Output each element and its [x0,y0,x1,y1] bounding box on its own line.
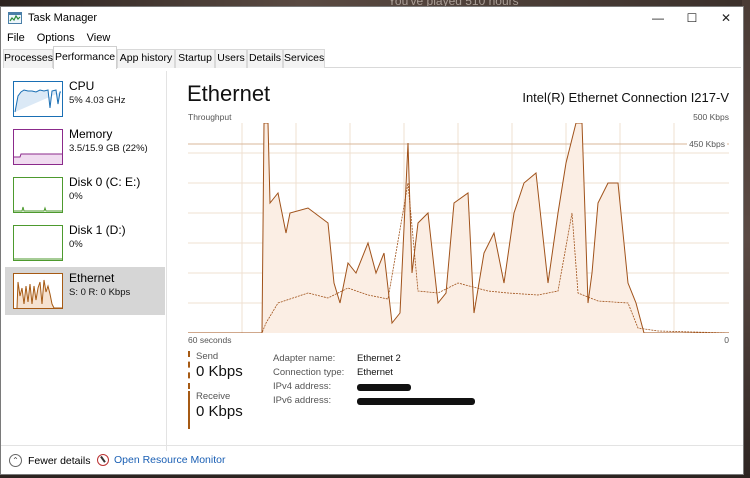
task-manager-window: Task Manager — ☐ ✕ File Options View Pro… [0,6,744,475]
detail-row-ipv4: IPv4 address: [273,381,493,395]
chart-throughput-label: Throughput [188,112,232,122]
detail-label: IPv4 address: [273,381,332,392]
sidebar-item-subtitle: 5% 4.03 GHz [69,95,126,106]
ethernet-thumbnail-graph [13,273,63,309]
tab-startup[interactable]: Startup [175,49,215,68]
menu-file[interactable]: File [1,30,31,46]
detail-value: Ethernet [357,367,393,378]
receive-value: 0 Kbps [196,403,243,420]
detail-row-ipv6: IPv6 address: [273,395,493,409]
fewer-details-button[interactable]: ⌃ Fewer details [9,454,90,467]
title-bar[interactable]: Task Manager — ☐ ✕ [1,7,743,29]
adapter-details: Adapter name: Ethernet 2 Connection type… [273,353,493,409]
cpu-thumbnail-graph [13,81,63,117]
send-value: 0 Kbps [196,363,243,380]
resource-sidebar: CPU 5% 4.03 GHz Memory 3.5/15.9 GB (22%)… [3,71,167,451]
sidebar-item-title: Memory [69,127,113,141]
tab-processes[interactable]: Processes [3,49,53,68]
chevron-up-icon: ⌃ [9,454,22,467]
chart-zero-label: 0 [724,335,729,345]
sidebar-item-cpu[interactable]: CPU 5% 4.03 GHz [5,75,165,123]
fewer-details-label: Fewer details [28,454,91,467]
menu-view[interactable]: View [81,30,117,46]
send-stat: Send 0 Kbps [188,351,268,389]
open-resource-monitor-link[interactable]: Open Resource Monitor [97,454,225,466]
disk-0-thumbnail-graph [13,177,63,213]
tab-bar: Processes Performance App history Startu… [3,46,741,69]
sidebar-item-subtitle: S: 0 R: 0 Kbps [69,287,131,298]
detail-label: IPv6 address: [273,395,332,406]
sidebar-item-title: Disk 1 (D:) [69,223,126,237]
close-button[interactable]: ✕ [709,7,743,29]
sidebar-item-subtitle: 3.5/15.9 GB (22%) [69,143,148,154]
sidebar-item-subtitle: 0% [69,239,83,250]
send-label: Send [196,351,219,362]
sidebar-item-ethernet[interactable]: Ethernet S: 0 R: 0 Kbps [5,267,165,315]
chart-max-label: 500 Kbps [693,112,729,122]
detail-label: Adapter name: [273,353,336,364]
detail-value: Ethernet 2 [357,353,401,364]
tab-performance[interactable]: Performance [53,46,117,69]
sidebar-item-memory[interactable]: Memory 3.5/15.9 GB (22%) [5,123,165,171]
receive-label: Receive [196,391,231,402]
disk-1-thumbnail-graph [13,225,63,261]
tab-services[interactable]: Services [283,49,325,68]
tab-details[interactable]: Details [247,49,283,68]
sidebar-item-subtitle: 0% [69,191,83,202]
footer-bar: ⌃ Fewer details Open Resource Monitor [1,445,743,475]
sidebar-item-disk-1[interactable]: Disk 1 (D:) 0% [5,219,165,267]
menu-bar: File Options View [1,30,116,46]
redacted-ipv4 [357,384,411,391]
redacted-ipv6 [357,398,475,405]
sidebar-item-disk-0[interactable]: Disk 0 (C: E:) 0% [5,171,165,219]
memory-thumbnail-graph [13,129,63,165]
sidebar-item-title: Disk 0 (C: E:) [69,175,141,189]
receive-stat: Receive 0 Kbps [188,391,268,429]
detail-row-adapter-name: Adapter name: Ethernet 2 [273,353,493,367]
sidebar-item-title: CPU [69,79,95,93]
chart-scale-line-label: 450 Kbps [687,139,727,149]
minimize-button[interactable]: — [641,7,675,29]
performance-panel: Ethernet Intel(R) Ethernet Connection I2… [187,77,731,447]
window-title: Task Manager [28,12,98,24]
adapter-description: Intel(R) Ethernet Connection I217-V [522,90,729,105]
chart-time-label: 60 seconds [188,335,232,345]
detail-row-connection-type: Connection type: Ethernet [273,367,493,381]
menu-options[interactable]: Options [31,30,81,46]
tab-app-history[interactable]: App history [117,49,175,68]
detail-label: Connection type: [273,367,345,378]
tab-users[interactable]: Users [215,49,247,68]
task-manager-icon [8,12,22,24]
sidebar-item-title: Ethernet [69,271,115,285]
resource-monitor-icon [97,454,109,466]
resource-monitor-label: Open Resource Monitor [114,454,226,466]
maximize-button[interactable]: ☐ [675,7,709,29]
throughput-chart: 450 Kbps [188,122,730,334]
page-title: Ethernet [187,81,271,106]
